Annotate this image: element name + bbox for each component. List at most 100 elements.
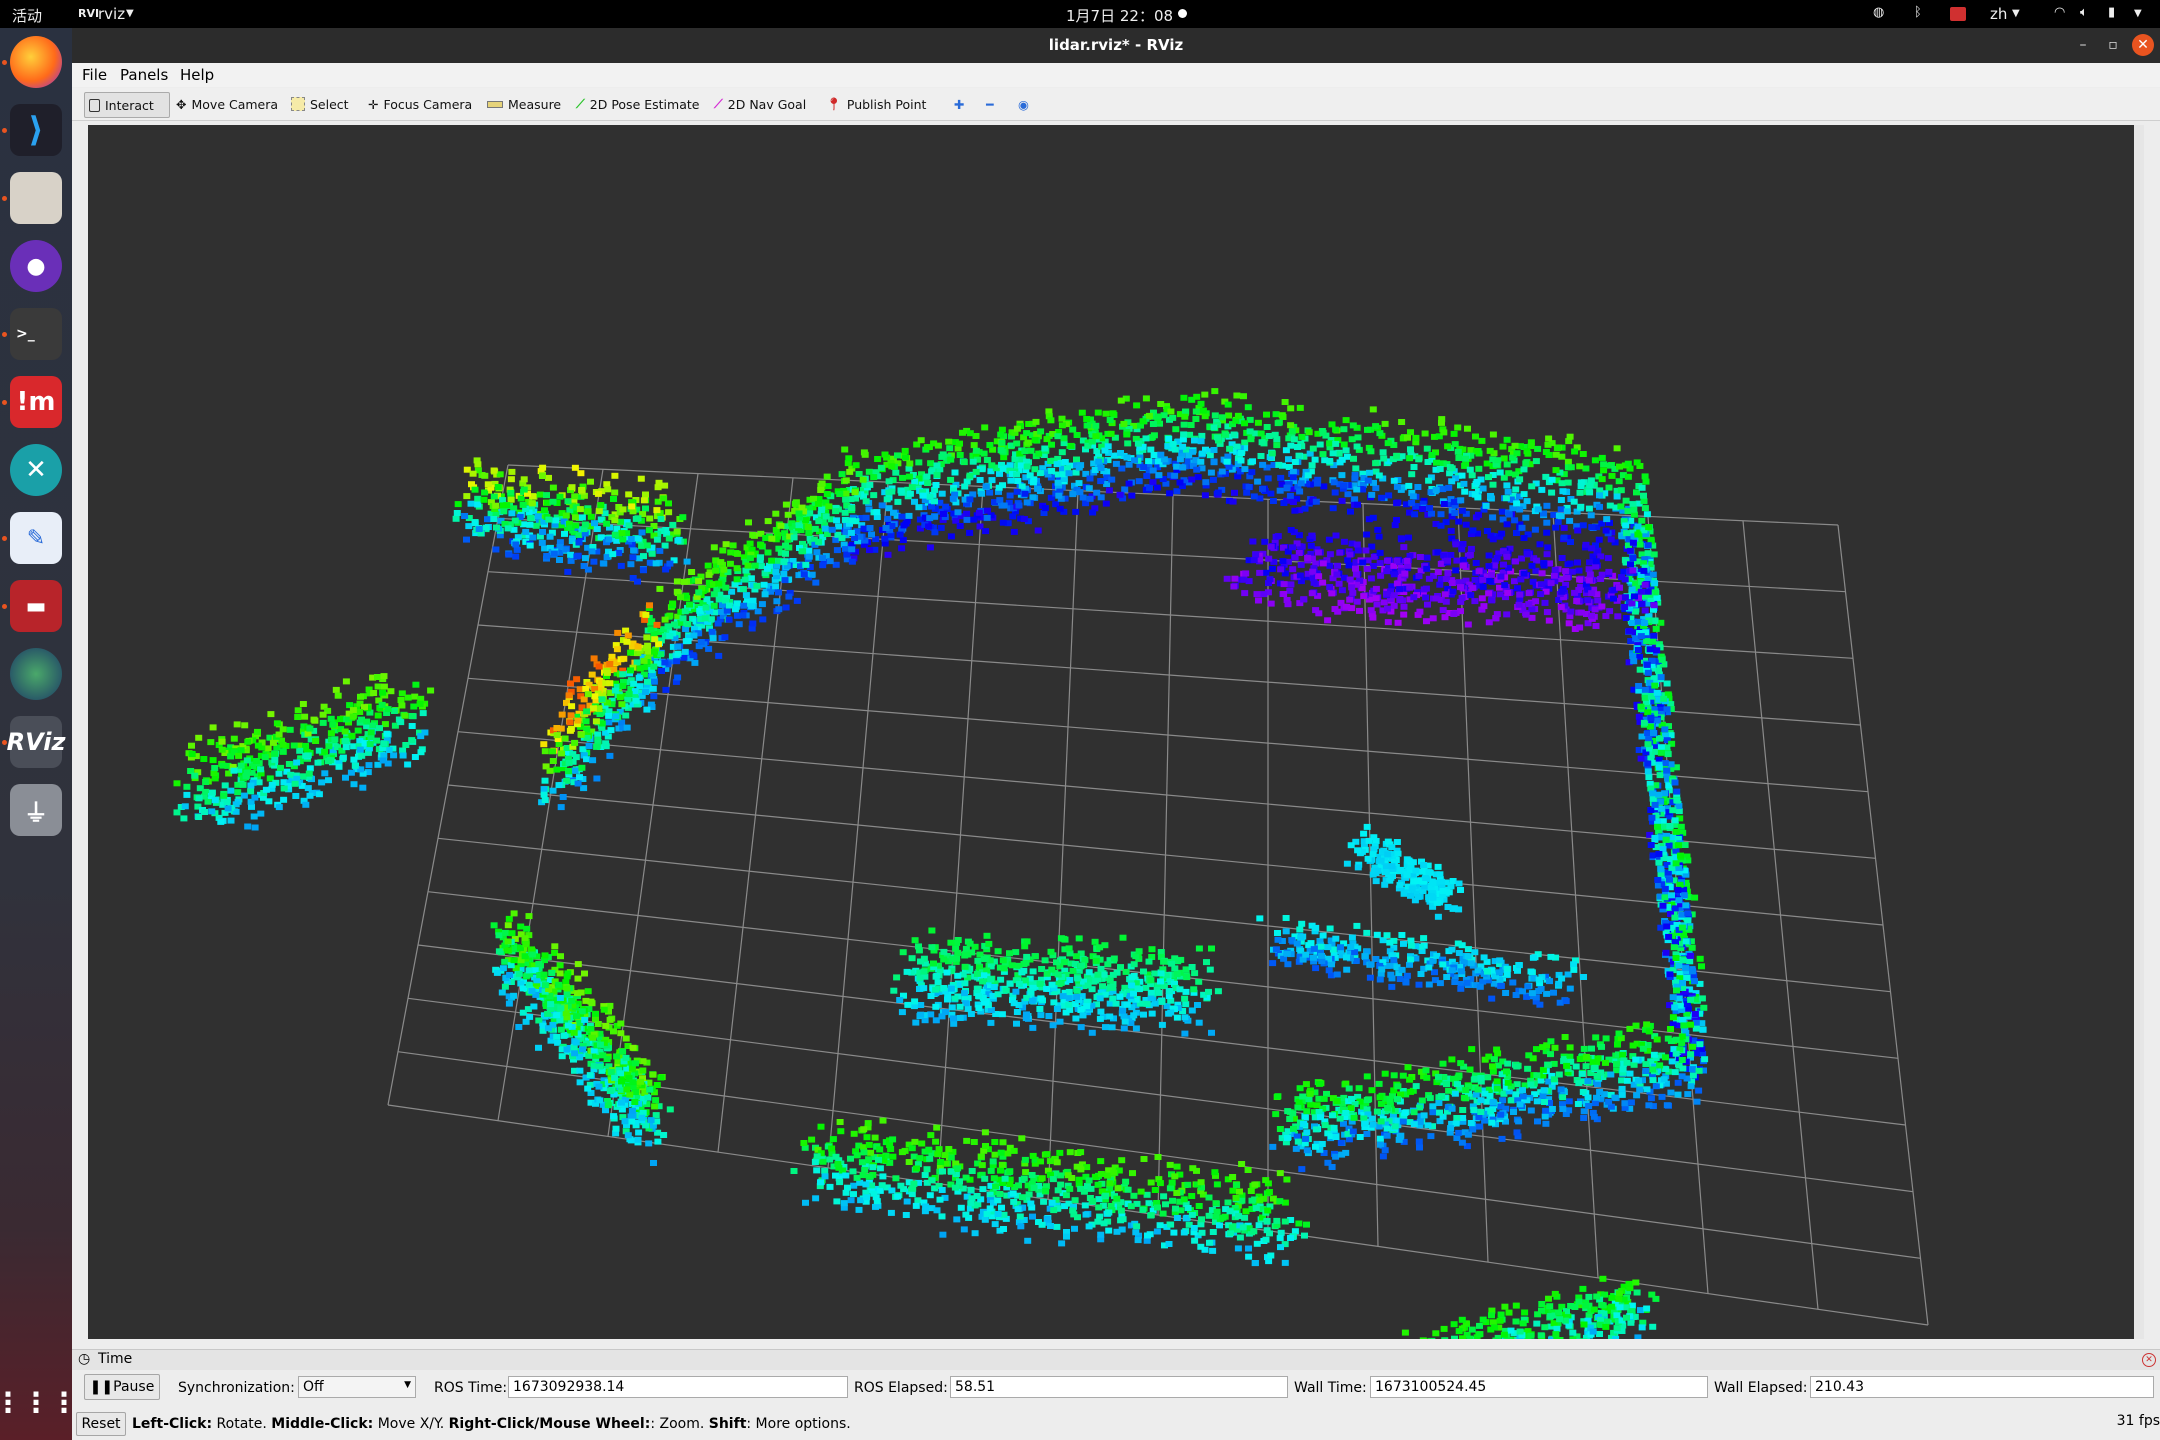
voxel <box>1383 1125 1391 1132</box>
voxel <box>515 1024 523 1030</box>
voxel <box>557 1026 565 1033</box>
voxel <box>1133 1223 1141 1230</box>
voxel <box>1451 441 1459 448</box>
rviz-icon[interactable]: RViz <box>7 716 65 768</box>
chevron-down-icon: ▼ <box>126 8 134 19</box>
tool-properties-button[interactable]: ◉ <box>1014 92 1033 116</box>
nav-goal-tool-button[interactable]: ⟋ 2D Nav Goal <box>710 92 810 116</box>
voxel <box>660 1132 668 1138</box>
volume-icon[interactable]: 🔈︎ <box>2080 5 2088 20</box>
voxel <box>1078 409 1086 416</box>
mindmaster-tray-icon[interactable] <box>1950 7 1966 21</box>
voxel <box>1179 443 1187 450</box>
voxel <box>619 671 627 678</box>
menu-file[interactable]: File <box>82 66 107 84</box>
voxel <box>583 708 591 715</box>
pose-estimate-tool-button[interactable]: ⟋ 2D Pose Estimate <box>572 92 703 116</box>
voxel <box>894 452 901 459</box>
maximize-icon[interactable]: ▫ <box>2102 34 2124 56</box>
voxel <box>1503 436 1511 443</box>
voxel <box>627 667 634 674</box>
presentation-icon[interactable]: ▬ <box>10 580 62 632</box>
pointcloud-scene[interactable] <box>88 125 2134 1339</box>
voxel <box>981 1216 989 1223</box>
mindmaster-icon[interactable]: !m <box>10 376 62 428</box>
voxel <box>553 725 561 731</box>
voxel <box>564 1022 572 1029</box>
voxel <box>1006 492 1014 499</box>
voxel <box>1295 1220 1303 1227</box>
globe-tray-icon[interactable]: ◍ <box>1873 5 1884 20</box>
menu-panels[interactable]: Panels <box>120 66 168 84</box>
voxel <box>859 1172 867 1179</box>
battery-icon[interactable]: ▮ <box>2108 5 2115 20</box>
minimize-icon[interactable]: – <box>2072 34 2094 56</box>
voxel <box>790 1168 798 1174</box>
voxel <box>1435 1100 1443 1106</box>
crossover-icon[interactable]: ✕ <box>10 444 62 496</box>
globe-icon[interactable] <box>10 648 62 700</box>
add-tool-button[interactable]: ✚ <box>950 92 968 116</box>
voxel <box>896 531 904 538</box>
voxel <box>1475 465 1483 472</box>
firefox-icon[interactable] <box>10 36 62 88</box>
voxel <box>647 626 655 633</box>
measure-tool-button[interactable]: Measure <box>483 92 565 116</box>
voxel <box>1476 1123 1483 1130</box>
voxel <box>884 515 892 522</box>
window-titlebar[interactable]: lidar.rviz* - RViz – ▫ ✕ <box>72 28 2160 63</box>
publish-point-tool-button[interactable]: 📍︎ Publish Point <box>822 92 930 116</box>
voxel <box>1117 1217 1125 1224</box>
voxel <box>1622 615 1630 621</box>
voxel <box>1023 499 1031 506</box>
interact-tool-button[interactable]: Interact <box>84 92 170 118</box>
app-menu[interactable]: rviz <box>98 5 125 23</box>
usb-icon[interactable]: ⏚ <box>10 784 62 836</box>
voxel <box>646 1086 654 1093</box>
wifi-icon[interactable]: ◠ <box>2054 5 2065 20</box>
voxel <box>802 561 810 568</box>
voxel <box>1211 412 1219 419</box>
voxel <box>942 503 950 510</box>
move-camera-tool-button[interactable]: ✥ Move Camera <box>172 92 282 116</box>
voxel <box>1629 1042 1637 1049</box>
menu-help[interactable]: Help <box>180 66 214 84</box>
voxel <box>556 995 564 1001</box>
show-applications-icon[interactable]: ⋮⋮⋮ <box>0 1376 78 1428</box>
terminal-icon[interactable]: >_ <box>10 308 62 360</box>
voxel <box>1426 505 1434 512</box>
remove-tool-button[interactable]: ━ <box>982 92 998 116</box>
focus-camera-tool-button[interactable]: ✛ Focus Camera <box>364 92 476 116</box>
voxel <box>953 1216 961 1223</box>
voxel <box>1251 1181 1259 1188</box>
close-icon[interactable]: ✕ <box>2132 34 2154 56</box>
vscode-icon[interactable]: ⟩ <box>10 104 62 156</box>
voxel <box>574 717 582 724</box>
voxel <box>643 706 651 713</box>
files-icon[interactable] <box>10 172 62 224</box>
voxel <box>1626 1025 1634 1032</box>
voxel <box>1296 1085 1304 1092</box>
select-tool-button[interactable]: Select <box>287 92 353 116</box>
render-viewport[interactable] <box>88 125 2144 1339</box>
voxel <box>826 558 834 565</box>
voxel <box>1635 683 1643 689</box>
github-icon[interactable]: ● <box>10 240 62 292</box>
voxel <box>866 481 874 488</box>
clock[interactable]: 1月7日 22：08 <box>1066 5 1173 26</box>
bluetooth-icon[interactable]: ᛒ <box>1914 5 1922 20</box>
voxel <box>1267 1252 1275 1259</box>
voxel <box>1464 1131 1472 1138</box>
voxel <box>714 620 722 627</box>
voxel <box>967 1200 975 1207</box>
voxel <box>1672 860 1680 867</box>
text-editor-icon[interactable]: ✎ <box>10 512 62 564</box>
voxel <box>1545 435 1553 442</box>
activities-button[interactable]: 活动 <box>12 5 42 26</box>
input-method-indicator[interactable]: zh <box>1990 5 2007 23</box>
voxel <box>991 1151 999 1158</box>
voxel <box>1632 1022 1640 1029</box>
voxel <box>1687 1083 1695 1090</box>
voxel <box>956 440 963 447</box>
voxel <box>866 525 874 531</box>
